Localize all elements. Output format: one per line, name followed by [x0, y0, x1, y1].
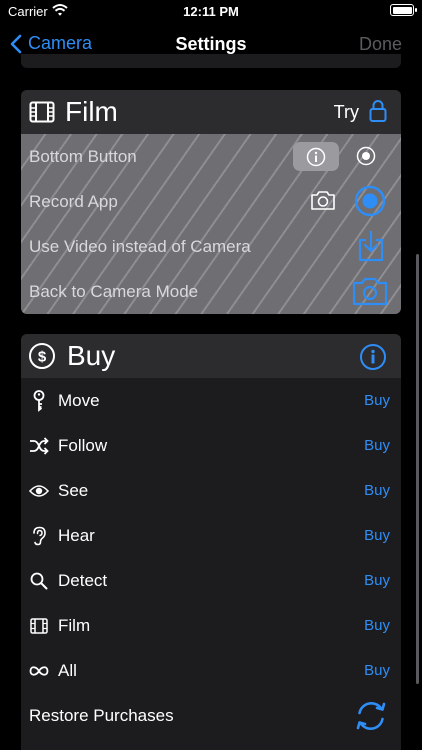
scroll-indicator[interactable] — [416, 254, 419, 684]
buy-button[interactable]: Buy — [364, 617, 390, 634]
buy-button[interactable]: Buy — [364, 527, 390, 544]
camera-icon[interactable] — [310, 189, 336, 216]
record-dot-segment[interactable] — [356, 146, 376, 171]
buy-row-detect[interactable]: Detect Buy — [21, 558, 401, 603]
ear-icon — [29, 526, 49, 546]
item-label: Follow — [58, 435, 108, 455]
buy-button[interactable]: Buy — [364, 392, 390, 409]
record-dot-icon — [356, 146, 376, 166]
item-label: Hear — [58, 525, 95, 545]
buy-button[interactable]: Buy — [364, 437, 390, 454]
film-row-use-video: Use Video instead of Camera — [21, 224, 401, 269]
buy-section-header: $ Buy — [21, 334, 401, 378]
eye-icon — [29, 484, 49, 498]
previous-section-bottom — [21, 54, 401, 68]
film-section-header: Film Try — [21, 90, 401, 134]
lock-icon[interactable] — [369, 99, 387, 128]
back-to-camera-label: Back to Camera Mode — [29, 281, 199, 301]
film-locked-area: Bottom Button Record App Use Video inste… — [21, 134, 401, 314]
download-tray-icon[interactable] — [356, 229, 386, 268]
buy-row-follow[interactable]: Follow Buy — [21, 423, 401, 468]
done-button[interactable]: Done — [359, 34, 402, 55]
record-circle-icon[interactable] — [354, 185, 386, 222]
info-icon — [306, 147, 326, 166]
restore-purchases-row[interactable]: Restore Purchases — [21, 693, 401, 738]
bottom-button-label: Bottom Button — [29, 146, 137, 166]
use-video-label: Use Video instead of Camera — [29, 236, 251, 256]
buy-button[interactable]: Buy — [364, 662, 390, 679]
try-button[interactable]: Try — [334, 102, 359, 123]
item-label: Move — [58, 390, 100, 410]
camera-switch-icon[interactable] — [352, 275, 388, 312]
info-segment[interactable] — [293, 142, 339, 171]
battery-icon — [390, 4, 417, 16]
film-icon — [29, 617, 49, 634]
film-row-bottom-button: Bottom Button — [21, 134, 401, 179]
buy-section-title: Buy — [67, 340, 116, 371]
dollar-circle-icon: $ — [28, 342, 56, 370]
buy-row-hear[interactable]: Hear Buy — [21, 513, 401, 558]
buy-row-move[interactable]: Move Buy — [21, 378, 401, 423]
key-icon — [29, 389, 49, 412]
refresh-icon[interactable] — [353, 698, 389, 739]
buy-button[interactable]: Buy — [364, 572, 390, 589]
svg-text:$: $ — [38, 349, 47, 366]
item-label: Film — [58, 615, 91, 635]
shuffle-icon — [29, 436, 49, 455]
buy-section: $ Buy Move Buy Follow Buy See Buy Hear B… — [21, 334, 401, 750]
buy-info-icon[interactable] — [359, 343, 387, 376]
film-section: Film Try Bottom Button Record App Use Vi… — [21, 90, 401, 314]
buy-button[interactable]: Buy — [364, 482, 390, 499]
record-app-label: Record App — [29, 191, 118, 211]
status-bar: Carrier 12:11 PM — [0, 0, 422, 24]
film-icon — [29, 101, 55, 123]
item-label: Detect — [58, 570, 108, 590]
film-row-back-to-camera: Back to Camera Mode — [21, 269, 401, 314]
buy-row-see[interactable]: See Buy — [21, 468, 401, 513]
buy-row-all[interactable]: All Buy — [21, 648, 401, 693]
film-row-record-app: Record App — [21, 179, 401, 224]
buy-row-film[interactable]: Film Buy — [21, 603, 401, 648]
item-label: See — [58, 480, 89, 500]
film-section-title: Film — [65, 96, 118, 127]
infinity-icon — [29, 665, 49, 677]
clock: 12:11 PM — [183, 4, 239, 19]
item-label: All — [58, 660, 77, 680]
magnifier-icon — [29, 572, 49, 590]
restore-purchases-label: Restore Purchases — [29, 705, 174, 725]
